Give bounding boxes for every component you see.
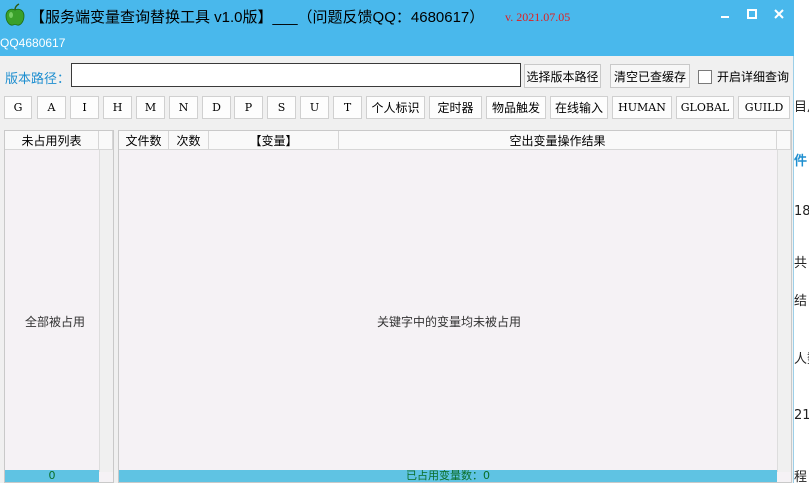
detail-query-toggle[interactable]: 开启详细查询 bbox=[698, 68, 789, 85]
close-icon bbox=[774, 9, 784, 19]
path-input[interactable] bbox=[71, 63, 521, 87]
close-button[interactable] bbox=[768, 4, 790, 24]
background-text: 目片 bbox=[794, 100, 809, 115]
results-message: 关键字中的变量均未被占用 bbox=[377, 315, 522, 329]
background-text: 18 bbox=[794, 204, 809, 219]
key-button-personal-id[interactable]: 个人标识 bbox=[366, 96, 425, 119]
maximize-icon bbox=[747, 9, 757, 19]
results-scrollbar[interactable] bbox=[777, 150, 791, 472]
app-window: 【服务端变量查询替换工具 v1.0版】___（问题反馈QQ：4680617） v… bbox=[0, 0, 794, 483]
key-button-t[interactable]: T bbox=[333, 96, 362, 119]
unused-list-message: 全部被占用 bbox=[25, 315, 86, 329]
key-button-s[interactable]: S bbox=[267, 96, 296, 119]
background-text: 程 bbox=[794, 470, 808, 483]
column-header-result[interactable]: 空出变量操作结果 bbox=[339, 131, 777, 150]
apple-icon bbox=[5, 3, 25, 26]
background-text: 共 bbox=[794, 256, 808, 271]
key-button-timer[interactable]: 定时器 bbox=[429, 96, 482, 119]
background-window: 目片 件 18 共 结 人数 21 程 bbox=[792, 0, 809, 483]
column-header-variable[interactable]: 【变量】 bbox=[209, 131, 339, 150]
key-button-g[interactable]: G bbox=[4, 96, 32, 119]
background-text: 21 bbox=[794, 408, 809, 423]
path-label: 版本路径： bbox=[5, 72, 71, 87]
detail-query-label: 开启详细查询 bbox=[717, 70, 790, 84]
minimize-icon bbox=[721, 16, 729, 18]
background-text: 结 bbox=[794, 294, 808, 309]
key-button-p[interactable]: P bbox=[234, 96, 263, 119]
detail-query-checkbox[interactable] bbox=[698, 69, 712, 84]
select-path-button[interactable]: 选择版本路径 bbox=[524, 64, 601, 88]
column-header-file-count[interactable]: 文件数 bbox=[119, 131, 169, 150]
column-header-filler bbox=[99, 131, 113, 150]
unused-list-panel[interactable]: 未占用列表 全部被占用 0 bbox=[4, 130, 114, 483]
column-header-times[interactable]: 次数 bbox=[169, 131, 209, 150]
background-text: 件 bbox=[794, 154, 808, 169]
unused-list-scrollbar[interactable] bbox=[99, 150, 113, 472]
column-header-filler bbox=[777, 131, 791, 150]
window-date: v. 2021.07.05 bbox=[505, 10, 571, 24]
key-button-guild[interactable]: GUILD bbox=[738, 96, 790, 119]
clear-cache-button[interactable]: 清空已查缓存 bbox=[610, 64, 690, 88]
key-button-u[interactable]: U bbox=[300, 96, 329, 119]
background-text: 人数 bbox=[794, 352, 809, 367]
occupied-count-status: 已占用变量数：0 bbox=[119, 470, 777, 482]
unused-list-header[interactable]: 未占用列表 bbox=[5, 131, 99, 150]
key-button-h[interactable]: H bbox=[103, 96, 132, 119]
key-button-i[interactable]: I bbox=[70, 96, 99, 119]
maximize-button[interactable] bbox=[741, 4, 763, 24]
key-button-human[interactable]: HUMAN bbox=[612, 96, 672, 119]
minimize-button[interactable] bbox=[714, 4, 736, 24]
key-button-item-trigger[interactable]: 物品触发 bbox=[486, 96, 546, 119]
key-button-online-input[interactable]: 在线输入 bbox=[550, 96, 608, 119]
results-panel[interactable]: 文件数 次数 【变量】 空出变量操作结果 关键字中的变量均未被占用 已占用变量数… bbox=[118, 130, 792, 483]
window-subtitle: QQ4680617 bbox=[0, 36, 66, 50]
unused-count-status: 0 bbox=[5, 470, 99, 482]
key-button-a[interactable]: A bbox=[37, 96, 66, 119]
title-bar[interactable]: 【服务端变量查询替换工具 v1.0版】___（问题反馈QQ：4680617） v… bbox=[0, 0, 794, 56]
key-button-global[interactable]: GLOBAL bbox=[676, 96, 734, 119]
window-title: 【服务端变量查询替换工具 v1.0版】___（问题反馈QQ：4680617） bbox=[30, 9, 485, 26]
key-button-d[interactable]: D bbox=[202, 96, 231, 119]
key-button-m[interactable]: M bbox=[136, 96, 165, 119]
key-button-n[interactable]: N bbox=[169, 96, 198, 119]
